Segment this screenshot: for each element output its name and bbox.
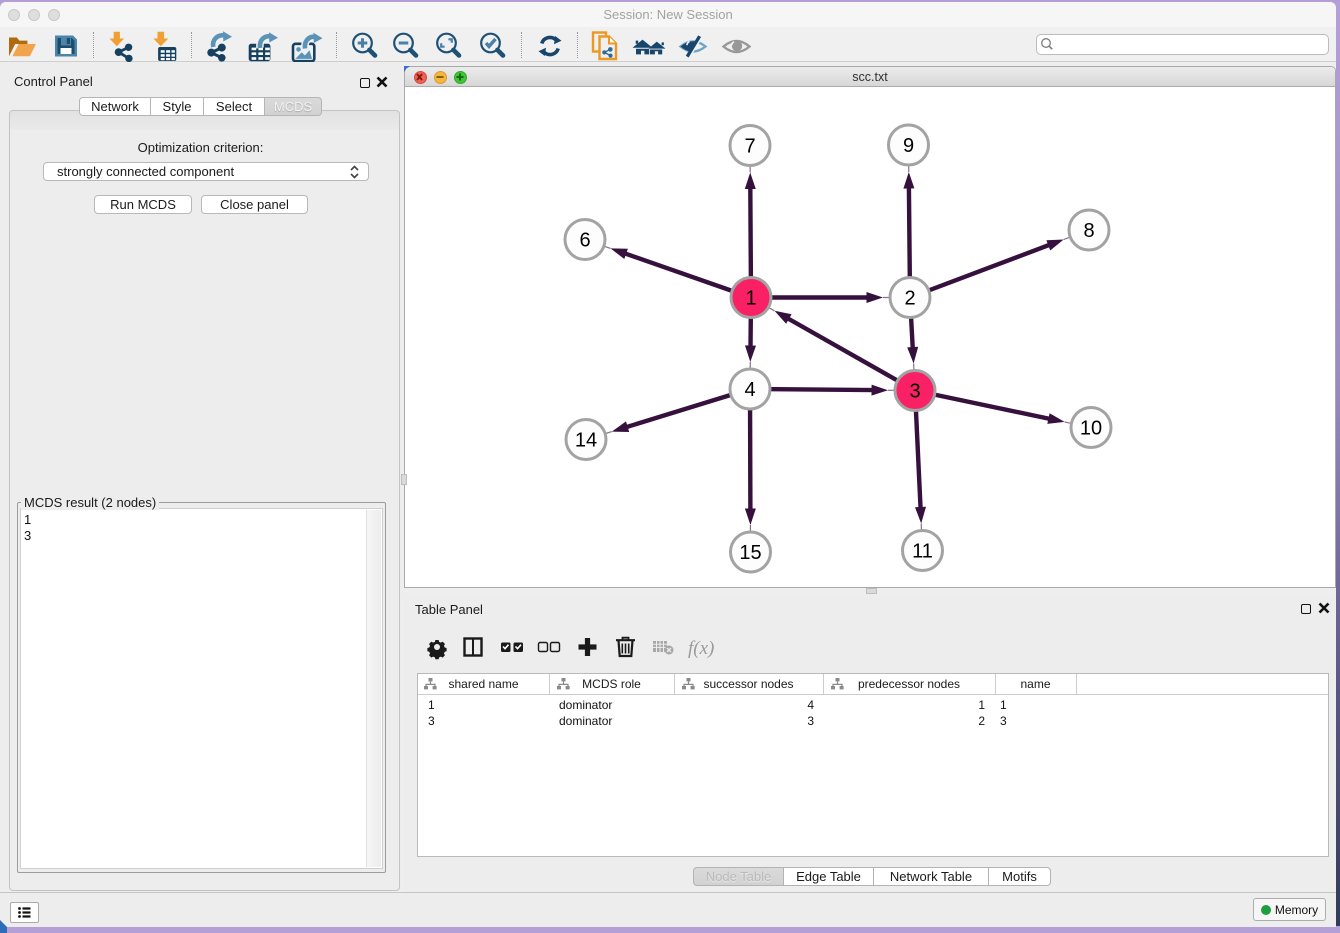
- svg-text:2: 2: [904, 288, 915, 310]
- svg-text:14: 14: [575, 430, 597, 452]
- svg-text:4: 4: [744, 379, 755, 401]
- svg-text:15: 15: [739, 542, 761, 564]
- svg-text:8: 8: [1083, 220, 1094, 242]
- svg-text:10: 10: [1080, 418, 1102, 440]
- svg-text:1: 1: [745, 288, 756, 310]
- svg-text:9: 9: [903, 135, 914, 157]
- svg-text:3: 3: [909, 381, 920, 403]
- svg-text:6: 6: [579, 230, 590, 252]
- svg-text:f(x): f(x): [688, 638, 714, 659]
- svg-text:11: 11: [912, 541, 933, 563]
- svg-text:7: 7: [744, 136, 755, 158]
